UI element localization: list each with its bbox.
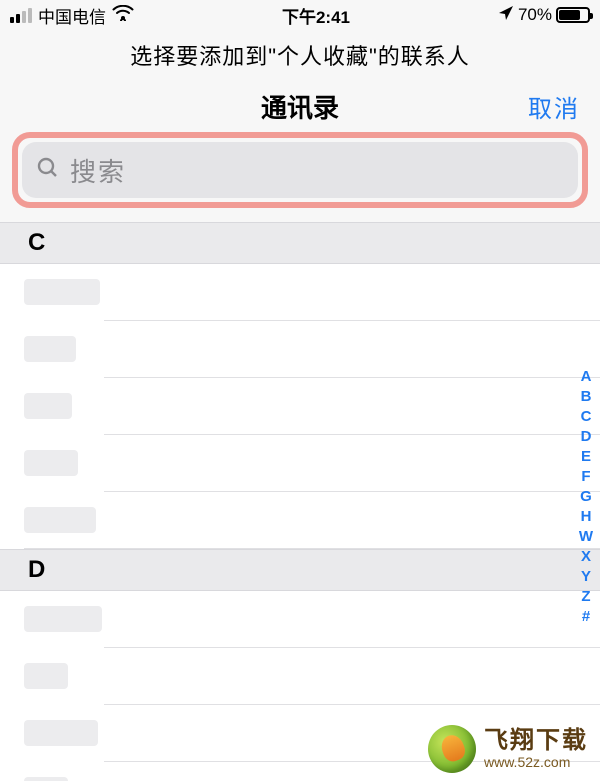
index-letter[interactable]: H <box>577 508 595 525</box>
location-icon <box>498 5 514 26</box>
index-letter[interactable]: D <box>577 428 595 445</box>
contact-name-redacted <box>24 777 68 781</box>
contact-name-redacted <box>24 393 72 419</box>
contact-row[interactable] <box>0 648 600 704</box>
index-letter[interactable]: X <box>577 548 595 565</box>
search-icon <box>36 156 60 185</box>
watermark-name: 飞翔下载 <box>484 728 588 754</box>
battery-icon <box>556 7 590 23</box>
contacts-list[interactable]: CD <box>0 222 600 781</box>
contact-name-redacted <box>24 279 100 305</box>
watermark: 飞翔下载 www.52z.com <box>428 725 588 773</box>
page-subtitle: 选择要添加到"个人收藏"的联系人 <box>0 30 600 80</box>
status-bar: 中国电信 下午2:41 70% <box>0 0 600 30</box>
carrier-label: 中国电信 <box>38 3 106 28</box>
watermark-url: www.52z.com <box>484 755 588 770</box>
search-input[interactable]: 搜索 <box>22 142 578 198</box>
index-letter[interactable]: Z <box>577 588 595 605</box>
contact-name-redacted <box>24 663 68 689</box>
contact-name-redacted <box>24 720 98 746</box>
contact-row[interactable] <box>0 492 600 548</box>
wifi-icon <box>112 5 134 26</box>
contact-row[interactable] <box>0 378 600 434</box>
section-header: C <box>0 222 600 264</box>
nav-bar: 通讯录 取消 <box>0 80 600 132</box>
index-letter[interactable]: B <box>577 388 595 405</box>
signal-icon <box>10 8 32 23</box>
battery-percent: 70% <box>518 5 552 25</box>
contact-row[interactable] <box>0 435 600 491</box>
contact-name-redacted <box>24 606 102 632</box>
contact-name-redacted <box>24 507 96 533</box>
index-letter[interactable]: # <box>577 608 595 625</box>
index-letter[interactable]: F <box>577 468 595 485</box>
nav-title: 通讯录 <box>261 88 339 125</box>
search-highlight-box: 搜索 <box>12 132 588 208</box>
contact-name-redacted <box>24 450 78 476</box>
contact-name-redacted <box>24 336 76 362</box>
time-label: 下午2:41 <box>282 3 350 28</box>
index-letter[interactable]: G <box>577 488 595 505</box>
contact-row[interactable] <box>0 591 600 647</box>
contact-row[interactable] <box>0 321 600 377</box>
search-placeholder: 搜索 <box>70 152 126 189</box>
alphabet-index[interactable]: ABCDEFGHWXYZ # <box>577 368 595 625</box>
cancel-button[interactable]: 取消 <box>528 89 580 124</box>
watermark-logo-icon <box>428 725 476 773</box>
index-letter[interactable]: Y <box>577 568 595 585</box>
index-letter[interactable]: W <box>577 528 595 545</box>
index-letter[interactable]: A <box>577 368 595 385</box>
index-letter[interactable]: C <box>577 408 595 425</box>
index-letter[interactable]: E <box>577 448 595 465</box>
contact-row[interactable] <box>0 264 600 320</box>
section-header: D <box>0 549 600 591</box>
